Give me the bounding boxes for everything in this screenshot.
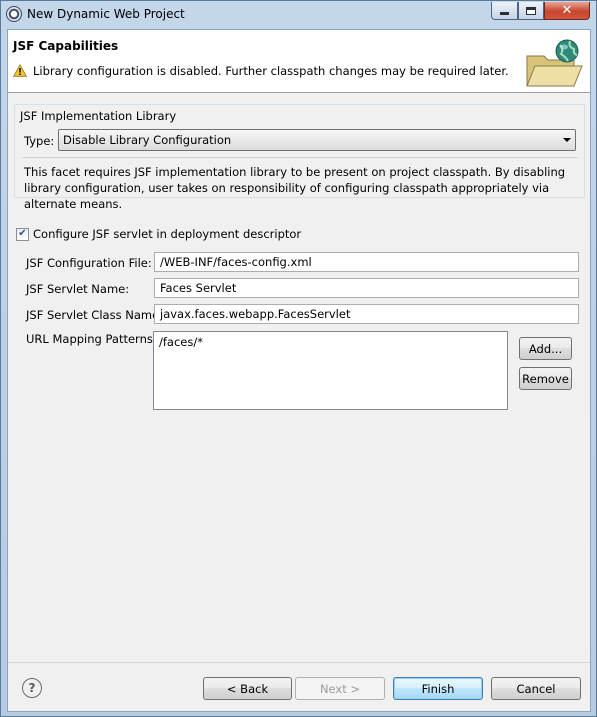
- configure-servlet-label: Configure JSF servlet in deployment desc…: [33, 227, 302, 241]
- config-file-label: JSF Configuration File:: [26, 256, 152, 270]
- close-icon: ✕: [561, 3, 573, 18]
- servlet-class-label: JSF Servlet Class Name:: [26, 308, 164, 322]
- url-mapping-label: URL Mapping Patterns:: [26, 332, 157, 346]
- servlet-class-input[interactable]: javax.faces.webapp.FacesServlet: [154, 304, 579, 324]
- configure-servlet-row[interactable]: ✔ Configure JSF servlet in deployment de…: [16, 227, 301, 241]
- list-item[interactable]: /faces/*: [159, 335, 502, 349]
- config-file-input[interactable]: /WEB-INF/faces-config.xml: [154, 252, 579, 272]
- close-button[interactable]: ✕: [544, 2, 590, 20]
- dialog-window: New Dynamic Web Project ✕ JSF Capabiliti…: [0, 0, 597, 717]
- header-banner: JSF Capabilities Library configuration i…: [8, 30, 590, 93]
- servlet-name-input[interactable]: Faces Servlet: [154, 278, 579, 298]
- finish-button[interactable]: Finish: [393, 677, 483, 700]
- type-label: Type:: [24, 134, 55, 148]
- separator: [22, 157, 578, 158]
- back-button[interactable]: < Back: [203, 677, 292, 700]
- window-title: New Dynamic Web Project: [27, 7, 185, 21]
- page-title: JSF Capabilities: [13, 39, 119, 53]
- status-message: Library configuration is disabled. Furth…: [33, 64, 509, 78]
- group-legend: JSF Implementation Library: [18, 109, 179, 123]
- minimize-icon: [500, 12, 509, 15]
- maximize-button[interactable]: [518, 2, 544, 20]
- title-bar[interactable]: New Dynamic Web Project ✕: [1, 1, 596, 29]
- servlet-name-label: JSF Servlet Name:: [26, 282, 130, 296]
- type-dropdown[interactable]: Disable Library Configuration: [58, 129, 576, 151]
- add-button[interactable]: Add...: [519, 337, 572, 360]
- cancel-button[interactable]: Cancel: [491, 677, 581, 700]
- type-dropdown-value: Disable Library Configuration: [63, 133, 232, 147]
- configure-servlet-checkbox[interactable]: ✔: [16, 227, 29, 241]
- warning-icon: [13, 64, 27, 77]
- minimize-button[interactable]: [491, 2, 518, 20]
- remove-button[interactable]: Remove: [519, 367, 572, 390]
- help-icon[interactable]: ?: [22, 678, 42, 698]
- footer-separator: [8, 662, 590, 663]
- next-button[interactable]: Next >: [295, 677, 385, 700]
- library-description: This facet requires JSF implementation l…: [24, 165, 566, 211]
- folder-globe-icon: [526, 39, 583, 87]
- dialog-content: JSF Capabilities Library configuration i…: [7, 29, 591, 712]
- url-mapping-list[interactable]: /faces/*: [153, 331, 508, 410]
- eclipse-icon: [6, 6, 22, 22]
- maximize-icon: [526, 6, 536, 15]
- chevron-down-icon: [563, 138, 571, 142]
